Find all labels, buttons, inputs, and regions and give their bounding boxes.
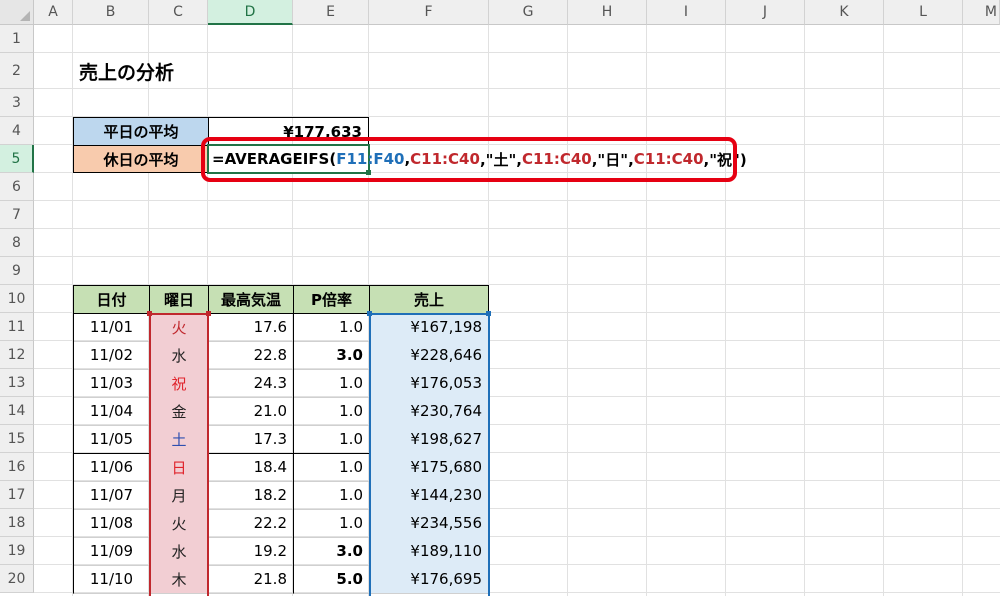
date-cell[interactable]: 11/01: [73, 313, 150, 342]
date-cell[interactable]: 11/09: [73, 537, 150, 566]
row-header-20[interactable]: 20: [0, 565, 34, 593]
gridline: [567, 25, 568, 596]
max-temp-cell[interactable]: 21.8: [208, 565, 294, 594]
max-temp-cell[interactable]: 18.2: [208, 481, 294, 510]
row-header-11[interactable]: 11: [0, 313, 34, 341]
max-temp-cell[interactable]: 22.2: [208, 509, 294, 538]
gridline: [883, 25, 884, 596]
row-header-6[interactable]: 6: [0, 173, 34, 201]
sum-range-highlight: [369, 313, 490, 596]
row-header-15[interactable]: 15: [0, 425, 34, 453]
row-header-8[interactable]: 8: [0, 229, 34, 257]
p-rate-cell[interactable]: 1.0: [293, 397, 370, 426]
select-all-corner[interactable]: [0, 0, 34, 25]
row-header-3[interactable]: 3: [0, 89, 34, 117]
date-cell[interactable]: 11/06: [73, 453, 150, 482]
row-header-18[interactable]: 18: [0, 509, 34, 537]
table-header-max-temp[interactable]: 最高気温: [208, 285, 294, 314]
column-header-h[interactable]: H: [568, 0, 647, 25]
weekday-average-label[interactable]: 平日の平均: [73, 117, 209, 146]
row-header-9[interactable]: 9: [0, 257, 34, 285]
gridline: [34, 200, 1000, 201]
p-rate-cell[interactable]: 1.0: [293, 369, 370, 398]
row-header-12[interactable]: 12: [0, 341, 34, 369]
row-header-10[interactable]: 10: [0, 285, 34, 313]
date-cell[interactable]: 11/03: [73, 369, 150, 398]
range-handle[interactable]: [486, 311, 491, 316]
table-header-sales[interactable]: 売上: [369, 285, 489, 314]
table-header-date[interactable]: 日付: [73, 285, 150, 314]
column-header-a[interactable]: A: [34, 0, 73, 25]
p-rate-cell[interactable]: 5.0: [293, 565, 370, 594]
date-cell[interactable]: 11/05: [73, 425, 150, 454]
row-header-17[interactable]: 17: [0, 481, 34, 509]
sheet-title[interactable]: 売上の分析: [73, 53, 293, 89]
max-temp-cell[interactable]: 22.8: [208, 341, 294, 370]
gridline: [34, 228, 1000, 229]
max-temp-cell[interactable]: 24.3: [208, 369, 294, 398]
gridline: [646, 25, 647, 596]
column-header-c[interactable]: C: [149, 0, 208, 25]
date-cell[interactable]: 11/04: [73, 397, 150, 426]
column-header-e[interactable]: E: [293, 0, 369, 25]
row-header-13[interactable]: 13: [0, 369, 34, 397]
column-header-k[interactable]: K: [805, 0, 884, 25]
max-temp-cell[interactable]: 19.2: [208, 537, 294, 566]
column-header-m[interactable]: M: [963, 0, 1000, 25]
range-handle[interactable]: [206, 311, 211, 316]
range-handle[interactable]: [147, 311, 152, 316]
gridline: [962, 25, 963, 596]
criteria-range-highlight: [149, 313, 209, 596]
row-header-7[interactable]: 7: [0, 201, 34, 229]
p-rate-cell[interactable]: 1.0: [293, 453, 370, 482]
select-all-triangle-icon: [20, 11, 30, 21]
gridline: [804, 25, 805, 596]
p-rate-cell[interactable]: 1.0: [293, 425, 370, 454]
holiday-average-label[interactable]: 休日の平均: [73, 145, 209, 173]
column-header-l[interactable]: L: [884, 0, 963, 25]
row-header-2[interactable]: 2: [0, 53, 34, 89]
max-temp-cell[interactable]: 17.6: [208, 313, 294, 342]
p-rate-cell[interactable]: 3.0: [293, 537, 370, 566]
max-temp-cell[interactable]: 17.3: [208, 425, 294, 454]
p-rate-cell[interactable]: 3.0: [293, 341, 370, 370]
column-header-i[interactable]: I: [647, 0, 726, 25]
p-rate-cell[interactable]: 1.0: [293, 481, 370, 510]
date-cell[interactable]: 11/08: [73, 509, 150, 538]
table-header-day[interactable]: 曜日: [149, 285, 209, 314]
column-header-b[interactable]: B: [73, 0, 149, 25]
column-header-f[interactable]: F: [369, 0, 489, 25]
row-header-19[interactable]: 19: [0, 537, 34, 565]
table-header-p-rate[interactable]: P倍率: [293, 285, 370, 314]
date-cell[interactable]: 11/02: [73, 341, 150, 370]
column-header-j[interactable]: J: [726, 0, 805, 25]
column-header-d[interactable]: D: [208, 0, 293, 25]
column-header-g[interactable]: G: [489, 0, 568, 25]
date-cell[interactable]: 11/07: [73, 481, 150, 510]
row-header-1[interactable]: 1: [0, 25, 34, 53]
p-rate-cell[interactable]: 1.0: [293, 313, 370, 342]
row-header-4[interactable]: 4: [0, 117, 34, 145]
p-rate-cell[interactable]: 1.0: [293, 509, 370, 538]
row-header-5[interactable]: 5: [0, 145, 34, 173]
row-header-16[interactable]: 16: [0, 453, 34, 481]
max-temp-cell[interactable]: 21.0: [208, 397, 294, 426]
gridline: [725, 25, 726, 596]
max-temp-cell[interactable]: 18.4: [208, 453, 294, 482]
gridline: [34, 256, 1000, 257]
row-header-14[interactable]: 14: [0, 397, 34, 425]
date-cell[interactable]: 11/10: [73, 565, 150, 594]
formula-highlight-box: [201, 137, 737, 182]
range-handle[interactable]: [367, 311, 372, 316]
